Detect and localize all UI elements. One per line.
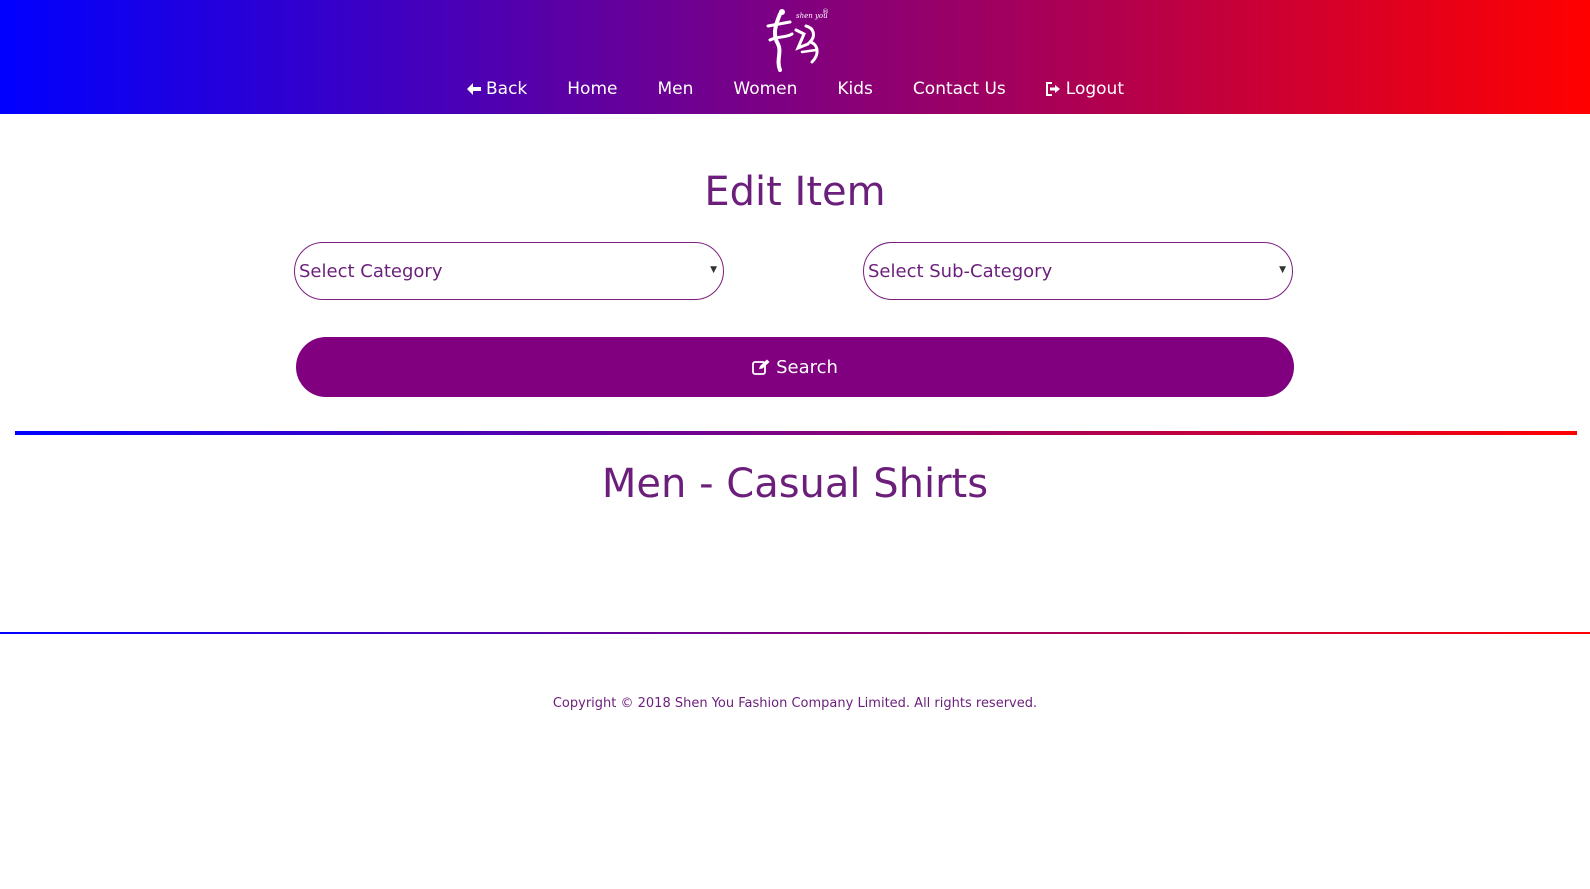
search-button[interactable]: Search	[296, 337, 1294, 397]
nav-women[interactable]: Women	[713, 79, 817, 99]
footer-divider	[0, 632, 1590, 634]
nav-kids[interactable]: Kids	[817, 79, 893, 99]
category-select-value: Select Category	[299, 260, 443, 282]
main-nav: Back Home Men Women Kids Contact Us Logo…	[0, 76, 1590, 102]
chevron-down-icon: ▼	[710, 265, 717, 275]
search-button-label: Search	[776, 356, 838, 378]
subcategory-select-value: Select Sub-Category	[868, 260, 1053, 282]
header-bar: shen you ® Back Home Men Women Kids Cont…	[0, 0, 1590, 114]
section-divider	[15, 431, 1577, 435]
nav-contact-us[interactable]: Contact Us	[893, 79, 1026, 99]
edit-icon	[752, 359, 770, 375]
nav-back-label: Back	[485, 79, 528, 99]
nav-kids-label: Kids	[837, 79, 873, 99]
nav-logout-label: Logout	[1065, 79, 1124, 99]
nav-contact-label: Contact Us	[912, 79, 1006, 99]
category-select[interactable]: Select Category ▼	[294, 242, 724, 300]
arrow-left-icon	[466, 83, 481, 95]
chevron-down-icon: ▼	[1279, 265, 1286, 275]
brand-logo[interactable]: shen you ®	[758, 4, 832, 72]
footer-copyright: Copyright © 2018 Shen You Fashion Compan…	[552, 696, 1038, 711]
nav-women-label: Women	[733, 79, 798, 99]
nav-back[interactable]: Back	[446, 79, 547, 99]
nav-home[interactable]: Home	[547, 79, 637, 99]
nav-home-label: Home	[567, 79, 618, 99]
nav-logout[interactable]: Logout	[1026, 79, 1144, 99]
section-title: Men - Casual Shirts	[601, 461, 989, 507]
page-title: Edit Item	[704, 169, 886, 215]
svg-text:®: ®	[822, 8, 829, 16]
nav-men[interactable]: Men	[637, 79, 713, 99]
nav-men-label: Men	[657, 79, 694, 99]
subcategory-select[interactable]: Select Sub-Category ▼	[863, 242, 1293, 300]
sign-out-icon	[1045, 82, 1060, 96]
